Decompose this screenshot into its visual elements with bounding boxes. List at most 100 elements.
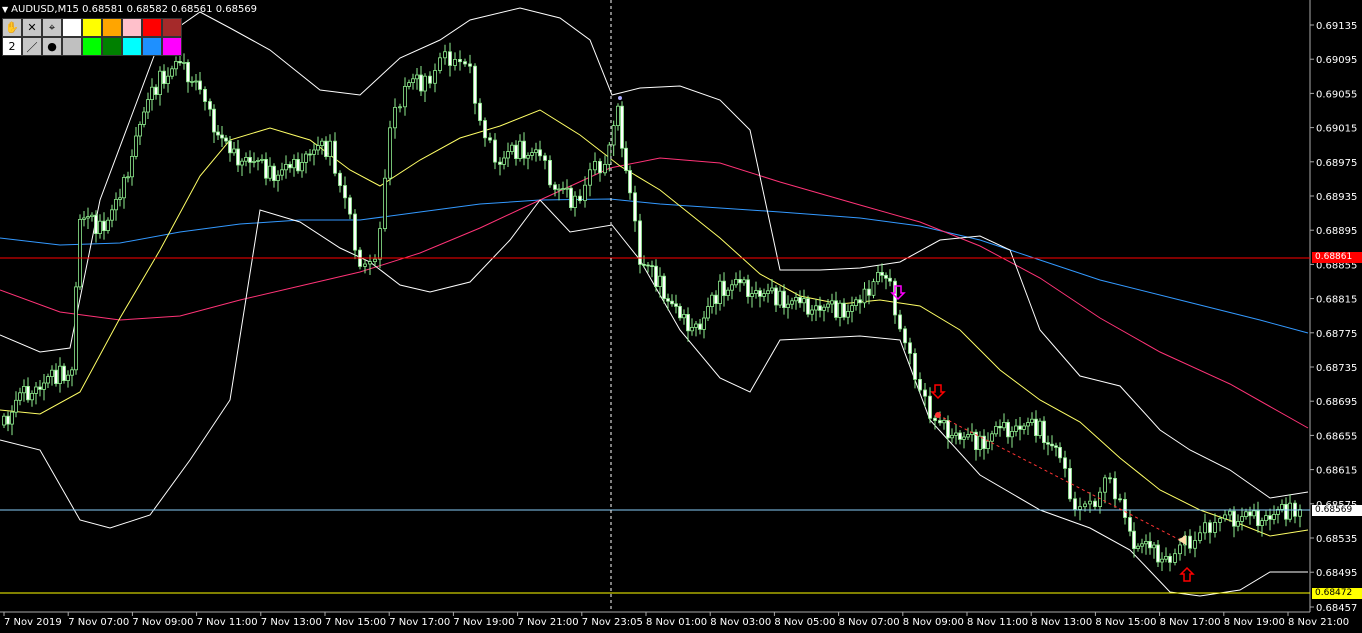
price-tick-label: 0.68457 [1316,603,1357,614]
hand-tool-icon[interactable]: ✋ [2,18,22,37]
dot-tool-icon[interactable]: ● [42,37,62,56]
color-swatch-red[interactable] [142,18,162,37]
color-swatch-orange[interactable] [102,18,122,37]
candle [272,163,276,188]
candle [974,429,978,461]
time-tick-label: 8 Nov 03:00 [710,617,771,628]
candle [593,152,597,175]
pointer-icon[interactable]: ⌖ [42,18,62,37]
candle [790,297,794,310]
sell-arrow-red-icon[interactable] [930,384,946,400]
candle [530,147,534,161]
candle [814,298,818,321]
candle [1103,474,1107,504]
candle [918,372,922,393]
price-tick-label: 0.68615 [1316,466,1357,477]
candle [1198,525,1202,544]
line-width-number[interactable]: 2 [2,37,22,56]
candle [543,152,547,170]
candle [18,387,22,406]
price-tick-label: 0.69095 [1316,55,1357,66]
candle [1113,471,1117,508]
candle [506,142,510,167]
buy-arrow-red-icon[interactable] [1179,566,1195,582]
candle [284,155,288,179]
candle [694,321,698,337]
time-tick-label: 7 Nov 17:00 [389,617,450,628]
color-swatch-white[interactable] [62,18,82,37]
candle [607,142,612,172]
candle [388,120,392,186]
candle [300,153,304,178]
price-tick-label: 0.68895 [1316,226,1357,237]
candle [194,74,198,91]
candle [190,76,194,87]
candle [407,79,411,90]
price-tick-label: 0.68655 [1316,431,1357,442]
candle [978,431,982,457]
candle [433,63,437,93]
red-line-price-tag: 0.68861 [1312,252,1362,263]
candle [1026,417,1030,435]
candle [14,391,18,418]
trendline-start-dot[interactable] [935,412,941,418]
candle [343,176,347,209]
candle [304,151,308,174]
drawing-toolbar: ✋ ✕ ⌖ 2 ／ ● [2,18,182,56]
candle [1014,419,1018,437]
candle [443,44,447,65]
candle [750,286,754,308]
color-swatch-lime[interactable] [82,37,102,56]
line-tool-icon[interactable]: ／ [22,37,42,56]
candle [620,101,624,158]
candle [468,54,472,74]
candle [411,73,415,90]
candle [34,382,38,405]
candle [518,134,522,162]
time-tick-label: 8 Nov 07:00 [839,617,900,628]
current-price-tag: 0.68569 [1312,505,1362,516]
candle [38,380,42,397]
candle [806,295,810,318]
candle [822,304,826,322]
color-swatch-silver[interactable] [62,37,82,56]
candle [244,152,248,167]
candle [212,104,216,143]
candle [174,56,178,76]
bollinger-lower-line [0,199,1308,597]
candle [958,430,962,445]
collapse-triangle-icon[interactable]: ▼ [2,5,8,14]
time-tick-label: 7 Nov 19:00 [453,617,514,628]
candle [118,188,122,207]
trendline-end-marker[interactable] [1178,535,1186,545]
color-swatch-yellow[interactable] [82,18,102,37]
color-swatch-cyan[interactable] [122,37,142,56]
candle [616,103,620,131]
candle [1078,497,1082,521]
color-swatch-magenta[interactable] [162,37,182,56]
candle [78,214,82,290]
color-swatch-blue[interactable] [142,37,162,56]
candle [1168,553,1172,572]
candle [458,50,462,71]
candle [338,170,342,193]
candle [333,132,337,177]
candle [70,366,74,387]
candle [786,295,790,319]
color-swatch-pink[interactable] [122,18,142,37]
candle [686,307,690,342]
candle [502,151,506,170]
candle [236,140,240,172]
candle [854,296,858,311]
color-swatch-brown[interactable] [162,18,182,37]
candle [1223,509,1227,522]
candle [611,120,616,156]
candle [682,309,686,325]
time-tick-label: 8 Nov 09:00 [903,617,964,628]
candle [928,387,932,424]
candle [415,68,419,90]
price-chart[interactable]: 0.69135 0.69095 0.69055 0.69015 0.68975 0.689… [0,0,1362,633]
close-x-icon[interactable]: ✕ [22,18,42,37]
time-tick-label: 7 Nov 23:05 [582,617,643,628]
color-swatch-green[interactable] [102,37,122,56]
